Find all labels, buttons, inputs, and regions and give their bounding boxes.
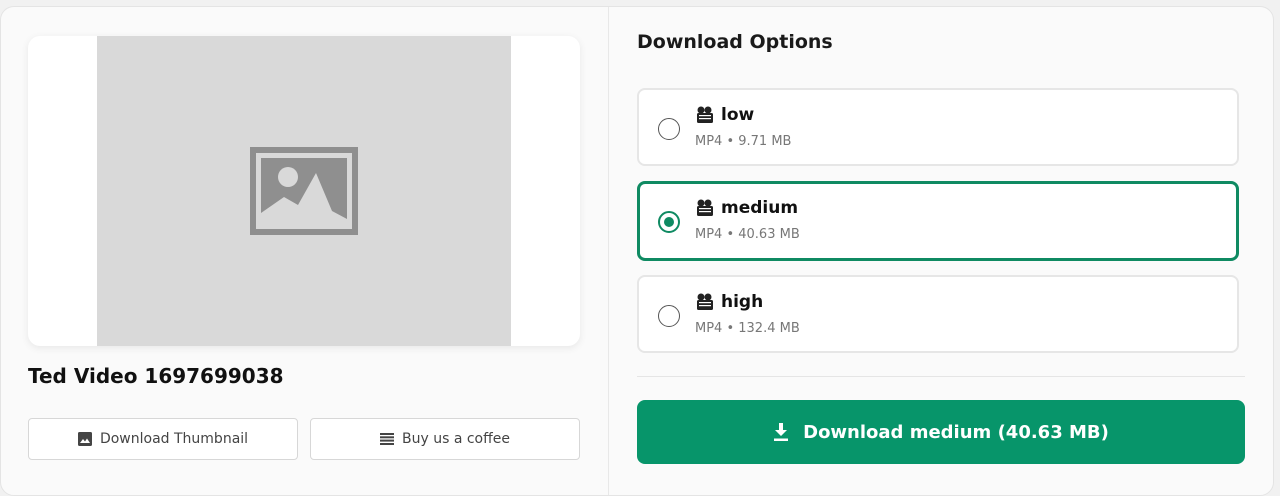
- download-thumbnail-button[interactable]: Download Thumbnail: [28, 418, 298, 460]
- film-camera-icon: [697, 293, 713, 310]
- buy-coffee-label: Buy us a coffee: [402, 431, 510, 447]
- option-meta: MP4 • 132.4 MB: [695, 321, 800, 336]
- image-icon: [77, 432, 92, 446]
- image-placeholder-icon: [250, 147, 358, 235]
- buy-coffee-button[interactable]: Buy us a coffee: [310, 418, 580, 460]
- column-divider: [608, 7, 609, 495]
- menu-lines-icon: [380, 433, 394, 445]
- video-title: Ted Video 1697699038: [28, 364, 284, 388]
- option-label: high: [721, 292, 764, 312]
- radio-high[interactable]: [658, 305, 680, 327]
- thumbnail-placeholder: [97, 36, 511, 346]
- option-meta: MP4 • 40.63 MB: [695, 227, 800, 242]
- download-icon: [774, 423, 789, 441]
- radio-low[interactable]: [658, 118, 680, 140]
- film-camera-icon: [697, 106, 713, 123]
- option-label: medium: [721, 198, 799, 218]
- download-thumbnail-label: Download Thumbnail: [99, 431, 249, 447]
- option-medium[interactable]: medium MP4 • 40.63 MB: [637, 181, 1239, 261]
- download-options-title: Download Options: [637, 31, 833, 53]
- video-thumbnail: [28, 36, 580, 346]
- option-label: low: [721, 105, 755, 125]
- download-button[interactable]: Download medium (40.63 MB): [637, 400, 1245, 464]
- section-divider: [637, 376, 1245, 377]
- option-meta: MP4 • 9.71 MB: [695, 134, 792, 149]
- option-high[interactable]: high MP4 • 132.4 MB: [637, 275, 1239, 353]
- radio-medium[interactable]: [658, 211, 680, 233]
- download-button-label: Download medium (40.63 MB): [803, 421, 1109, 443]
- option-low[interactable]: low MP4 • 9.71 MB: [637, 88, 1239, 166]
- film-camera-icon: [697, 199, 713, 216]
